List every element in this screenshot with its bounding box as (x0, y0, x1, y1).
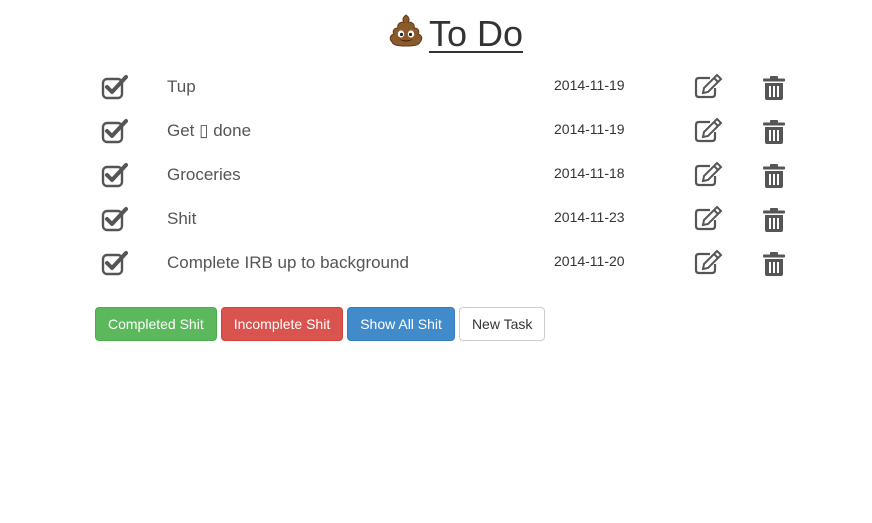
task-date: 2014-11-19 (554, 121, 625, 137)
checkbox-checked-icon[interactable] (101, 118, 129, 144)
checkbox-checked-icon[interactable] (101, 74, 129, 100)
trash-icon[interactable] (761, 207, 787, 233)
page-title: To Do (0, 12, 872, 59)
trash-icon[interactable] (761, 75, 787, 101)
task-date: 2014-11-19 (554, 77, 625, 93)
show-all-button[interactable]: Show All Shit (347, 307, 455, 341)
trash-icon[interactable] (761, 251, 787, 277)
edit-icon[interactable] (693, 249, 723, 276)
task-text: Shit (167, 209, 197, 228)
new-task-button[interactable]: New Task (458, 307, 546, 341)
task-row: Tup 2014-11-19 (95, 64, 815, 108)
task-text: Tup (167, 77, 196, 96)
edit-icon[interactable] (693, 205, 723, 232)
edit-icon[interactable] (693, 117, 723, 144)
trash-icon[interactable] (761, 163, 787, 189)
task-list: Tup 2014-11-19 Get ▯ done 2014-11-19 Gro… (95, 64, 815, 284)
task-text: Get ▯ done (167, 121, 252, 140)
edit-icon[interactable] (693, 73, 723, 100)
task-row: Groceries 2014-11-18 (95, 152, 815, 196)
trash-icon[interactable] (761, 119, 787, 145)
task-date: 2014-11-18 (554, 165, 625, 181)
checkbox-checked-icon[interactable] (101, 250, 129, 276)
incomplete-filter-button[interactable]: Incomplete Shit (220, 307, 344, 341)
filter-toolbar: Completed Shit Incomplete Shit Show All … (95, 307, 546, 341)
task-row: Get ▯ done 2014-11-19 (95, 108, 815, 152)
pile-of-poo-icon (387, 12, 425, 59)
completed-filter-button[interactable]: Completed Shit (95, 307, 217, 341)
title-text: To Do (428, 13, 524, 54)
task-date: 2014-11-23 (554, 209, 625, 225)
task-text: Complete IRB up to background (167, 253, 409, 272)
checkbox-checked-icon[interactable] (101, 206, 129, 232)
edit-icon[interactable] (693, 161, 723, 188)
task-text: Groceries (167, 165, 241, 184)
task-date: 2014-11-20 (554, 253, 625, 269)
task-row: Complete IRB up to background 2014-11-20 (95, 240, 815, 284)
checkbox-checked-icon[interactable] (101, 162, 129, 188)
task-row: Shit 2014-11-23 (95, 196, 815, 240)
